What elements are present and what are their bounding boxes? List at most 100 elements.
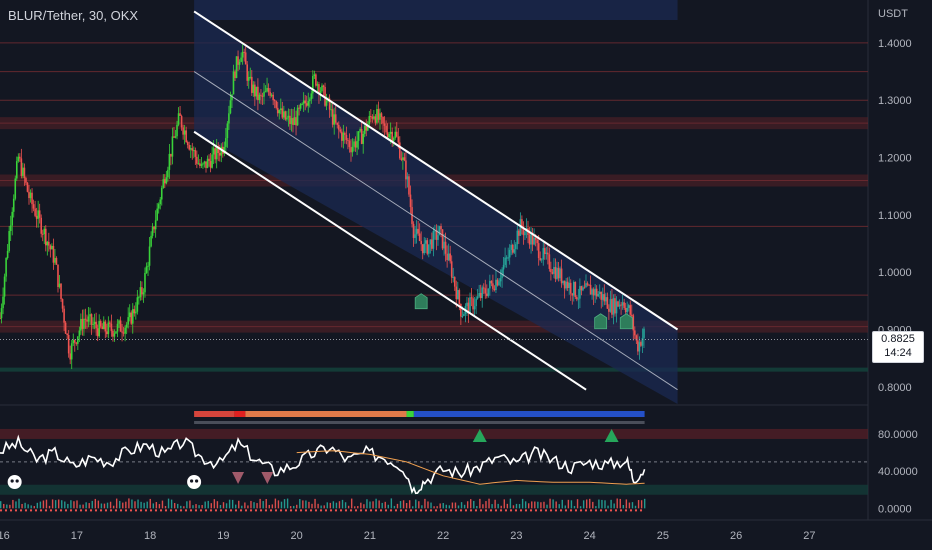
- oscillator-histogram-bar: [97, 500, 100, 509]
- candle-body: [243, 51, 245, 53]
- candle-body: [629, 305, 632, 315]
- oscillator-histogram-bar: [308, 501, 310, 509]
- candle-body: [188, 145, 191, 150]
- candle-body: [423, 243, 426, 254]
- oscillator-histogram-bar: [271, 504, 274, 509]
- oscillator-histogram-bar: [173, 502, 176, 509]
- candle-body: [428, 244, 430, 254]
- price-tick-label: 1.3000: [878, 95, 912, 107]
- candle-body: [138, 297, 140, 299]
- chart-canvas[interactable]: 1.40001.30001.20001.10001.00000.90000.80…: [0, 0, 932, 550]
- candle-body: [119, 320, 122, 332]
- candle-body: [235, 56, 238, 78]
- candle-body: [139, 287, 142, 298]
- candle-body: [548, 254, 551, 269]
- candle-body: [267, 87, 270, 92]
- oscillator-histogram-bar: [216, 501, 219, 509]
- oscillator-histogram-bar: [357, 506, 359, 509]
- oscillator-histogram-bar: [604, 500, 606, 509]
- oscillator-histogram-bar: [619, 498, 621, 509]
- oscillator-histogram-bar: [552, 499, 554, 509]
- oscillator-histogram-bar: [433, 506, 435, 509]
- candle-body: [234, 71, 236, 78]
- candle-body: [606, 297, 609, 309]
- candle-body: [104, 321, 107, 332]
- candle-body: [252, 84, 255, 93]
- candle-body: [507, 257, 509, 259]
- oscillator-histogram-bar: [412, 506, 414, 509]
- candle-body: [29, 192, 32, 199]
- candle-body: [339, 129, 342, 132]
- candle-body: [113, 333, 116, 337]
- candle-body: [632, 315, 635, 331]
- candle-body: [484, 288, 487, 294]
- oscillator-histogram-bar: [131, 499, 133, 509]
- oscillator-histogram-bar: [442, 503, 444, 509]
- oscillator-histogram-bar: [262, 501, 264, 509]
- oscillator-histogram-bar: [85, 502, 87, 509]
- candle-body: [90, 314, 93, 325]
- candle-body: [75, 342, 78, 344]
- oscillator-histogram-bar: [241, 505, 243, 509]
- candle-body: [25, 178, 27, 183]
- candle-body: [107, 322, 110, 335]
- candle-body: [246, 64, 249, 81]
- candle-body: [19, 156, 21, 159]
- candle-body: [353, 141, 355, 147]
- oscillator-histogram-bar: [103, 503, 106, 509]
- overbought-zone: [0, 428, 868, 439]
- time-tick-label: 22: [437, 530, 449, 542]
- oscillator-histogram-bar: [180, 505, 182, 509]
- candle-body: [199, 163, 201, 166]
- candle-body: [634, 330, 636, 336]
- candle-body: [171, 136, 174, 157]
- symbol-title[interactable]: BLUR/Tether, 30, OKX: [8, 8, 138, 23]
- candle-body: [432, 230, 435, 249]
- oscillator-histogram-bar: [88, 503, 90, 509]
- oscillator-histogram-bar: [631, 502, 634, 509]
- candle-body: [621, 302, 624, 306]
- candle-body: [17, 156, 20, 162]
- oscillator-histogram-bar: [33, 506, 35, 509]
- candle-body: [437, 235, 439, 240]
- candle-body: [591, 289, 593, 295]
- candle-body: [37, 210, 39, 219]
- candle-body: [261, 95, 264, 97]
- candle-body: [547, 252, 549, 255]
- candle-body: [322, 85, 325, 88]
- oscillator-histogram-bar: [305, 500, 307, 509]
- candle-body: [342, 132, 345, 141]
- candle-body: [333, 114, 335, 125]
- oscillator-histogram-bar: [622, 505, 625, 509]
- candle-body: [279, 108, 282, 111]
- candle-body: [292, 118, 294, 125]
- oscillator-histogram-bar: [317, 503, 319, 509]
- oscillator-histogram-bar: [518, 504, 521, 509]
- candle-body: [92, 324, 94, 326]
- oscillator-histogram-bar: [585, 499, 588, 509]
- candle-body: [560, 268, 563, 284]
- oscillator-histogram-bar: [601, 499, 603, 509]
- candle-body: [11, 211, 14, 226]
- candle-body: [263, 91, 265, 97]
- panda-icon-eye: [10, 479, 14, 483]
- candle-body: [185, 130, 187, 143]
- candle-body: [598, 291, 601, 295]
- oscillator-histogram-bar: [595, 506, 597, 509]
- candle-body: [571, 293, 574, 296]
- candle-body: [110, 323, 113, 331]
- candle-body: [400, 158, 403, 160]
- candle-body: [623, 302, 625, 308]
- candle-body: [582, 287, 584, 291]
- candle-body: [193, 150, 195, 152]
- oscillator-histogram-bar: [561, 499, 563, 509]
- oscillator-histogram-bar: [289, 506, 292, 509]
- oscillator-histogram-bar: [82, 504, 84, 509]
- oscillator-histogram-bar: [115, 498, 118, 509]
- oscillator-histogram-bar: [439, 503, 441, 509]
- oscillator-histogram-bar: [137, 499, 139, 509]
- candle-body: [514, 244, 517, 250]
- candle-body: [479, 292, 482, 299]
- oscillator-histogram-bar: [573, 505, 576, 509]
- candle-body: [298, 107, 300, 109]
